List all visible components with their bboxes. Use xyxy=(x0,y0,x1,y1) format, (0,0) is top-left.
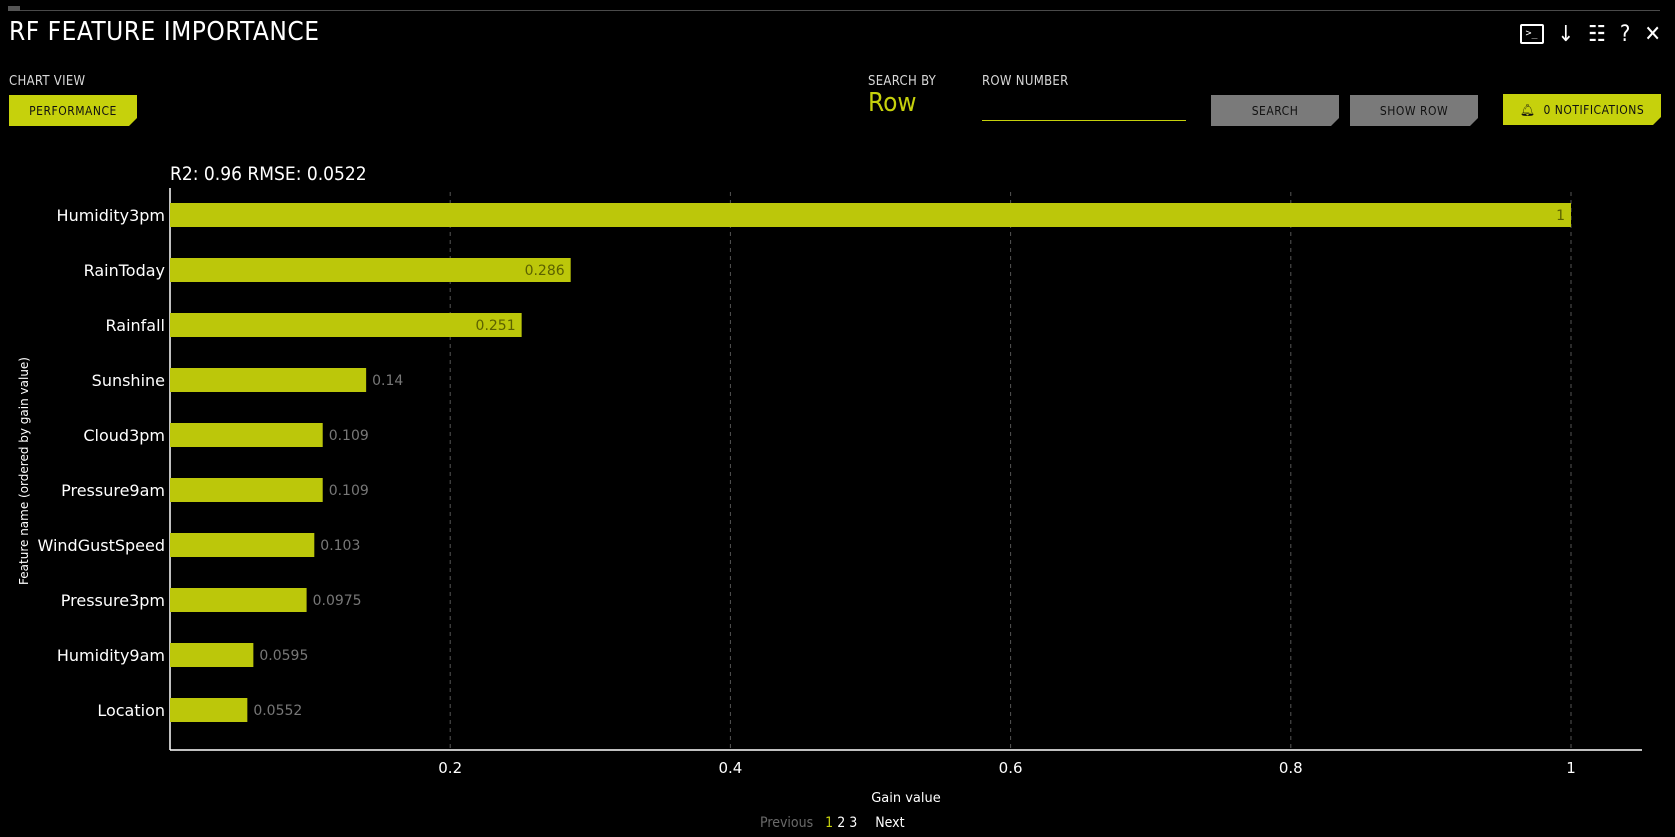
app-window: RF FEATURE IMPORTANCE >_ ↓ ☷ ? ✕ CHART V… xyxy=(0,0,1675,837)
next-page-link[interactable]: Next xyxy=(875,815,904,831)
page-numbers: 123 xyxy=(825,815,861,831)
page-number-1[interactable]: 1 xyxy=(825,815,833,831)
previous-page-link[interactable]: Previous xyxy=(760,815,813,831)
bar[interactable] xyxy=(170,203,1571,227)
bar-value-label: 0.109 xyxy=(329,483,369,499)
bar[interactable] xyxy=(170,533,315,557)
x-tick-label: 1 xyxy=(1566,759,1576,777)
x-tick-label: 0.8 xyxy=(1279,759,1303,777)
bar-value-label: 0.0975 xyxy=(313,593,362,609)
y-category-label: Humidity9am xyxy=(57,646,165,665)
y-category-label: Rainfall xyxy=(106,316,165,335)
x-tick-label: 0.2 xyxy=(438,759,462,777)
bar[interactable] xyxy=(170,643,254,667)
page-number-3[interactable]: 3 xyxy=(849,815,857,831)
y-category-label: Humidity3pm xyxy=(57,206,165,225)
bar-value-label: 0.251 xyxy=(476,318,516,334)
x-tick-label: 0.6 xyxy=(999,759,1023,777)
bar[interactable] xyxy=(170,313,522,337)
y-category-label: Pressure3pm xyxy=(61,591,165,610)
bar-value-label: 0.0595 xyxy=(259,648,308,664)
y-category-label: Sunshine xyxy=(92,371,165,390)
bar-value-label: 0.109 xyxy=(329,428,369,444)
y-category-label: WindGustSpeed xyxy=(37,536,165,555)
y-category-label: Cloud3pm xyxy=(83,426,165,445)
pagination: Previous 123 Next xyxy=(760,814,905,832)
y-category-label: Location xyxy=(97,701,165,720)
bar[interactable] xyxy=(170,588,307,612)
bar-value-label: 0.0552 xyxy=(253,703,302,719)
bar-value-label: 0.14 xyxy=(372,373,403,389)
bar[interactable] xyxy=(170,423,323,447)
bar[interactable] xyxy=(170,368,367,392)
y-category-label: RainToday xyxy=(84,261,165,280)
x-tick-label: 0.4 xyxy=(718,759,742,777)
bar-value-label: 1 xyxy=(1556,208,1565,224)
feature-importance-chart: 0.2 0.4 0.6 0.8 1 Humidity3pm 1 RainToday 0.286 R… xyxy=(17,188,1642,806)
page-number-2[interactable]: 2 xyxy=(837,815,845,831)
bar-value-label: 0.103 xyxy=(320,538,360,554)
bar[interactable] xyxy=(170,698,248,722)
bar[interactable] xyxy=(170,258,571,282)
x-axis-title: Gain value xyxy=(871,791,941,806)
bar-value-label: 0.286 xyxy=(525,263,565,279)
y-category-label: Pressure9am xyxy=(61,481,165,500)
y-axis-title: Feature name (ordered by gain value) xyxy=(17,357,31,585)
bar[interactable] xyxy=(170,478,323,502)
